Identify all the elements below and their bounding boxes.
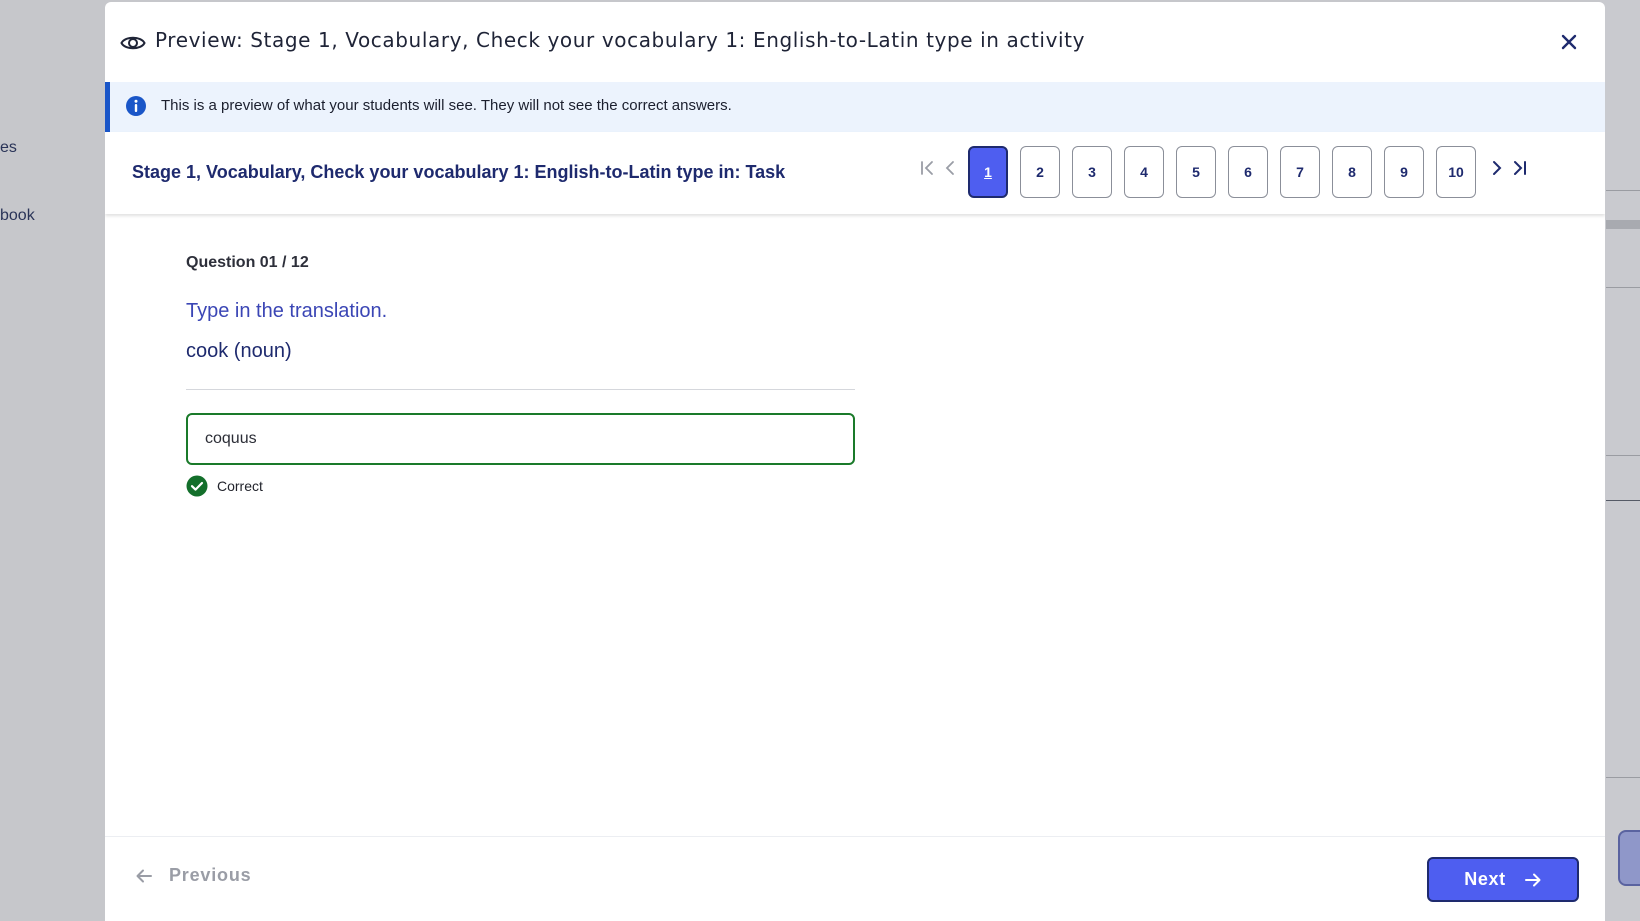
page-button[interactable]: 9 bbox=[1384, 146, 1424, 198]
next-button-label: Next bbox=[1464, 869, 1506, 889]
question-word: cook (noun) bbox=[186, 340, 292, 362]
question-content: Question 01 / 12 Type in the translation… bbox=[105, 214, 1605, 834]
background-right-panel bbox=[1600, 0, 1640, 921]
info-icon bbox=[126, 96, 146, 116]
divider bbox=[186, 389, 855, 390]
background-divider bbox=[1606, 455, 1640, 456]
page-button[interactable]: 7 bbox=[1280, 146, 1320, 198]
next-page-icon[interactable] bbox=[1487, 154, 1507, 182]
check-circle-icon bbox=[186, 475, 208, 497]
page-button[interactable]: 8 bbox=[1332, 146, 1372, 198]
info-banner: This is a preview of what your students … bbox=[105, 82, 1605, 132]
arrow-right-icon bbox=[1524, 873, 1541, 886]
feedback-text: Correct bbox=[217, 478, 263, 494]
background-divider bbox=[1606, 777, 1640, 778]
task-bar: Stage 1, Vocabulary, Check your vocabula… bbox=[105, 132, 1605, 214]
page-button[interactable]: 1 bbox=[968, 146, 1008, 198]
page-button[interactable]: 3 bbox=[1072, 146, 1112, 198]
previous-page-icon[interactable] bbox=[940, 154, 960, 182]
previous-button[interactable]: Previous bbox=[135, 865, 251, 886]
next-button[interactable]: Next bbox=[1427, 857, 1579, 902]
info-banner-text: This is a preview of what your students … bbox=[161, 97, 732, 114]
background-button bbox=[1618, 830, 1640, 886]
page-button[interactable]: 6 bbox=[1228, 146, 1268, 198]
background-divider bbox=[1606, 190, 1640, 191]
background-right-bar bbox=[1606, 220, 1640, 229]
page-button[interactable]: 2 bbox=[1020, 146, 1060, 198]
modal-footer: Previous Next bbox=[105, 836, 1605, 921]
background-nav-item: book bbox=[0, 207, 35, 224]
first-page-icon[interactable] bbox=[917, 154, 937, 182]
previous-button-label: Previous bbox=[169, 865, 252, 885]
close-icon[interactable] bbox=[1555, 28, 1583, 56]
question-counter: Question 01 / 12 bbox=[186, 254, 309, 271]
answer-feedback: Correct bbox=[186, 475, 263, 497]
task-title: Stage 1, Vocabulary, Check your vocabula… bbox=[132, 162, 786, 182]
page-button[interactable]: 4 bbox=[1124, 146, 1164, 198]
preview-modal: Preview: Stage 1, Vocabulary, Check your… bbox=[105, 2, 1605, 921]
page-button[interactable]: 10 bbox=[1436, 146, 1476, 198]
background-nav-item: es bbox=[0, 139, 17, 156]
eye-icon bbox=[120, 36, 146, 50]
page-button[interactable]: 5 bbox=[1176, 146, 1216, 198]
arrow-left-icon bbox=[136, 869, 152, 882]
modal-title: Preview: Stage 1, Vocabulary, Check your… bbox=[155, 28, 1086, 52]
background-divider bbox=[1606, 287, 1640, 288]
answer-input[interactable] bbox=[186, 413, 855, 465]
background-divider bbox=[1606, 500, 1640, 501]
question-prompt: Type in the translation. bbox=[186, 300, 388, 322]
modal-header: Preview: Stage 1, Vocabulary, Check your… bbox=[105, 2, 1605, 82]
last-page-icon[interactable] bbox=[1510, 154, 1530, 182]
